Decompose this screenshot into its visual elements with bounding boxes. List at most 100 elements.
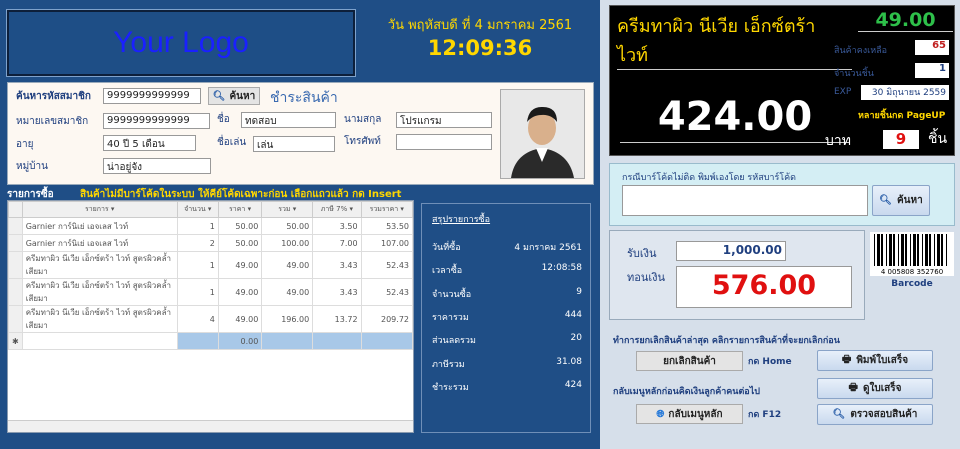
barcode-search-button[interactable]: 🔍︎ ค้นหา bbox=[872, 185, 930, 216]
cell[interactable]: 3.43 bbox=[312, 251, 362, 279]
summary-panel: สรุปรายการซื้อ วันที่ซื้อ 4 มกราคม 2561 เว… bbox=[421, 203, 591, 433]
change-label: ทอนเงิน bbox=[627, 271, 666, 284]
cell[interactable]: 4 bbox=[176, 305, 219, 333]
horizontal-scrollbar[interactable] bbox=[8, 420, 413, 432]
col-vat[interactable]: ภาษี 7% ▾ bbox=[312, 201, 362, 218]
row-header[interactable] bbox=[8, 305, 23, 333]
nickname-field[interactable]: เล่น bbox=[253, 136, 335, 152]
summary-row: วันที่ซื้อ 4 มกราคม 2561 bbox=[432, 240, 582, 254]
received-field[interactable]: 1,000.00 bbox=[676, 241, 786, 261]
barcode-input[interactable] bbox=[622, 185, 868, 216]
cell[interactable]: ครีมทาผิว นีเวีย เอ็กซ์ตร้า ไวท์ สูตรผิว… bbox=[21, 251, 178, 279]
summary-label: จำนวนซื้อ bbox=[432, 289, 472, 300]
table-row[interactable]: Garnier การ์นิเย่ เอจเลส ไวท์ 1 50.00 50.00… bbox=[8, 217, 414, 235]
cell[interactable]: 49.00 bbox=[217, 251, 263, 279]
baht-label: บาท bbox=[825, 133, 851, 149]
cell[interactable]: 52.43 bbox=[360, 251, 414, 279]
barcode-bar bbox=[910, 234, 911, 266]
cell[interactable]: 107.00 bbox=[360, 234, 414, 252]
grand-total: 424.00 bbox=[620, 94, 850, 143]
barcode-bar bbox=[874, 234, 875, 266]
view-receipt-button[interactable]: 🖶 ดูใบเสร็จ bbox=[817, 378, 933, 399]
cell[interactable]: Garnier การ์นิเย่ เอจเลส ไวท์ bbox=[21, 234, 178, 252]
table-row[interactable]: Garnier การ์นิเย่ เอจเลส ไวท์ 2 50.00 100.0… bbox=[8, 234, 414, 252]
row-header[interactable] bbox=[8, 251, 23, 279]
back-key-hint: กด F12 bbox=[748, 410, 782, 420]
cell[interactable]: 1 bbox=[176, 278, 219, 306]
cell[interactable]: ครีมทาผิว นีเวีย เอ็กซ์ตร้า ไวท์ สูตรผิว… bbox=[21, 305, 178, 333]
col-total[interactable]: รวมราคา ▾ bbox=[360, 201, 414, 218]
village-label: หมู่บ้าน bbox=[16, 161, 48, 172]
name-field[interactable]: ทดสอบ bbox=[241, 112, 336, 128]
product-price: 49.00 bbox=[858, 9, 953, 32]
col-sum[interactable]: รวม ▾ bbox=[261, 201, 314, 218]
cell[interactable]: 52.43 bbox=[360, 278, 414, 306]
print-receipt-button[interactable]: 🖶 พิมพ์ใบเสร็จ bbox=[817, 350, 933, 371]
cell[interactable]: 0.00 bbox=[217, 332, 263, 350]
age-field[interactable]: 40 ปี 5 เดือน bbox=[103, 135, 196, 151]
row-header[interactable] bbox=[8, 217, 23, 235]
col-price[interactable]: ราคา ▾ bbox=[217, 201, 263, 218]
search-icon: 🔍︎ bbox=[212, 90, 226, 102]
barcode-bar bbox=[898, 234, 899, 266]
cell[interactable]: 13.72 bbox=[312, 305, 362, 333]
cell[interactable]: 49.00 bbox=[217, 305, 263, 333]
main-menu-button[interactable]: 🌐︎ กลับเมนูหลัก bbox=[636, 404, 743, 424]
cell[interactable]: 196.00 bbox=[261, 305, 314, 333]
search-icon: 🔍︎ bbox=[879, 195, 892, 206]
summary-label: เวลาซื้อ bbox=[432, 266, 463, 277]
change-field: 576.00 bbox=[676, 266, 852, 308]
cell[interactable]: ครีมทาผิว นีเวีย เอ็กซ์ตร้า ไวท์ สูตรผิว… bbox=[21, 278, 178, 306]
cell[interactable]: 50.00 bbox=[217, 217, 263, 235]
member-search-button[interactable]: 🔍︎ ค้นหา bbox=[208, 87, 260, 105]
row-header[interactable] bbox=[8, 278, 23, 306]
cell[interactable]: 3.50 bbox=[312, 217, 362, 235]
col-item[interactable]: รายการ ▾ bbox=[21, 201, 178, 218]
cell[interactable]: 1 bbox=[176, 251, 219, 279]
cancel-item-button[interactable]: ยกเลิกสินค้า bbox=[636, 351, 743, 371]
purchase-grid[interactable]: รายการ ▾ จำนวน ▾ ราคา ▾ รวม ▾ ภาษี 7% ▾ … bbox=[7, 200, 414, 433]
cell[interactable]: 53.50 bbox=[360, 217, 414, 235]
clock: 12:09:36 bbox=[427, 36, 533, 60]
piece-unit: ชิ้น bbox=[928, 131, 948, 147]
summary-value: 424 bbox=[564, 379, 582, 390]
new-row[interactable]: ✱ 0.00 bbox=[8, 332, 414, 350]
cell[interactable]: 49.00 bbox=[217, 278, 263, 306]
barcode-bar bbox=[913, 234, 916, 266]
village-field[interactable]: น่าอยู่จัง bbox=[103, 158, 211, 174]
member-search-input[interactable]: 9999999999999 bbox=[103, 88, 201, 104]
cell[interactable]: 100.00 bbox=[261, 234, 314, 252]
cell[interactable]: 50.00 bbox=[261, 217, 314, 235]
barcode-bar bbox=[877, 234, 880, 266]
barcode-image: 4 005808 352760 Barcode bbox=[870, 232, 954, 289]
barcode-bar bbox=[905, 234, 907, 266]
cell[interactable]: Garnier การ์นิเย่ เอจเลส ไวท์ bbox=[21, 217, 178, 235]
cell[interactable]: 1 bbox=[176, 217, 219, 235]
surname-field[interactable]: โปรแกรม bbox=[396, 112, 492, 128]
cell[interactable]: 7.00 bbox=[312, 234, 362, 252]
summary-label: ส่วนลดรวม bbox=[432, 336, 476, 347]
cell[interactable]: 49.00 bbox=[261, 251, 314, 279]
cell[interactable]: 3.43 bbox=[312, 278, 362, 306]
table-row[interactable]: ครีมทาผิว นีเวีย เอ็กซ์ตร้า ไวท์ สูตรผิว… bbox=[8, 251, 414, 279]
check-product-button[interactable]: 🔍︎ ตรวจสอบสินค้า bbox=[817, 404, 933, 425]
table-row[interactable]: ครีมทาผิว นีเวีย เอ็กซ์ตร้า ไวท์ สูตรผิว… bbox=[8, 278, 414, 306]
phone-label: โทรศัพท์ bbox=[344, 136, 381, 147]
cell[interactable]: 2 bbox=[176, 234, 219, 252]
barcode-bar bbox=[922, 234, 923, 266]
phone-field[interactable] bbox=[396, 134, 492, 150]
cell[interactable]: 50.00 bbox=[217, 234, 263, 252]
member-id-field[interactable]: 9999999999999 bbox=[103, 113, 210, 129]
cell[interactable]: 209.72 bbox=[360, 305, 414, 333]
stock-value: 65 bbox=[915, 40, 949, 55]
summary-label: ภาษีรวม bbox=[432, 359, 465, 370]
back-hint: กลับเมนูหลักก่อนคิดเงินลูกค้าคนต่อไป bbox=[613, 387, 760, 397]
table-row[interactable]: ครีมทาผิว นีเวีย เอ็กซ์ตร้า ไวท์ สูตรผิว… bbox=[8, 305, 414, 333]
summary-row: ชำระรวม 424 bbox=[432, 380, 582, 394]
summary-label: วันที่ซื้อ bbox=[432, 243, 461, 253]
row-header[interactable] bbox=[8, 234, 23, 252]
new-row-marker: ✱ bbox=[8, 332, 23, 350]
summary-row: ส่วนลดรวม 20 bbox=[432, 333, 582, 347]
col-qty[interactable]: จำนวน ▾ bbox=[176, 201, 219, 218]
cell[interactable]: 49.00 bbox=[261, 278, 314, 306]
